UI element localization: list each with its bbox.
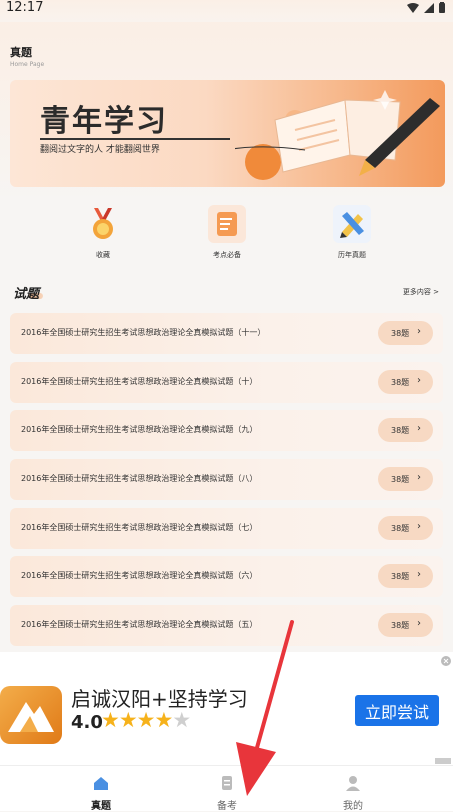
quick-link-label: 收藏 <box>96 251 110 259</box>
question-count: 38题 <box>391 426 410 436</box>
chevron-right-icon: › <box>417 472 421 484</box>
chevron-right-icon: › <box>417 569 421 581</box>
quick-link-favorites[interactable]: 收藏 <box>68 205 138 260</box>
question-count-badge[interactable]: 38题 › <box>378 467 433 492</box>
signal-icon <box>424 2 434 13</box>
quick-link-exam-points[interactable]: 考点必备 <box>192 205 262 260</box>
question-title: 2016年全国硕士研究生招生考试思想政治理论全真模拟试题（八） <box>21 474 258 484</box>
question-row[interactable]: 2016年全国硕士研究生招生考试思想政治理论全真模拟试题（六） 38题 › <box>10 556 443 598</box>
star-icon: ★ <box>136 708 156 732</box>
book-pen-illustration <box>235 90 440 180</box>
medal-icon <box>84 205 122 243</box>
question-count-badge[interactable]: 38题 › <box>378 369 433 394</box>
quick-links: 收藏 考点必备 历年真题 <box>0 205 453 265</box>
question-count-badge[interactable]: 38题 › <box>378 321 433 345</box>
question-count: 38题 <box>391 329 410 338</box>
user-icon <box>346 776 360 791</box>
question-count-badge[interactable]: 38题 › <box>378 564 433 589</box>
banner-title: 青年学习 <box>40 104 168 139</box>
question-title: 2016年全国硕士研究生招生考试思想政治理论全真模拟试题（十一） <box>21 328 266 337</box>
question-count: 38题 <box>391 377 410 387</box>
banner-slogan: 翻阅过文字的人 才能翻阅世界 <box>40 145 160 155</box>
ad-app-logo <box>0 686 62 744</box>
status-time: 12:17 <box>6 0 44 15</box>
ad-try-button[interactable]: 立即尝试 <box>355 695 439 726</box>
ad-star-rating: ★★★★★ <box>101 708 191 732</box>
banner-divider <box>40 138 230 140</box>
question-title: 2016年全国硕士研究生招生考试思想政治理论全真模拟试题（九） <box>21 425 258 435</box>
question-row[interactable]: 2016年全国硕士研究生招生考试思想政治理论全真模拟试题（八） 38题 › <box>10 459 443 501</box>
question-row[interactable]: 2016年全国硕士研究生招生考试思想政治理论全真模拟试题（九） 38题 › <box>10 410 443 452</box>
nav-item-beikao[interactable]: 备考 <box>182 766 272 812</box>
ad-close-icon[interactable] <box>441 656 451 666</box>
ad-banner[interactable]: 启诚汉阳+坚持学习 4.0 ★★★★★ 立即尝试 <box>0 652 453 765</box>
quick-link-label: 考点必备 <box>213 251 241 259</box>
pencil-ruler-icon <box>333 205 371 243</box>
star-icon: ★ <box>154 708 173 732</box>
page-subtitle: Home Page <box>10 61 45 68</box>
question-count: 38题 <box>391 621 410 631</box>
chevron-right-icon: › <box>417 326 421 337</box>
quick-link-past-papers[interactable]: 历年真题 <box>317 205 387 260</box>
question-count-badge[interactable]: 38题 › <box>378 613 433 638</box>
question-count-badge[interactable]: 38题 › <box>378 418 433 443</box>
chevron-right-icon: › <box>417 520 421 532</box>
nav-item-wode[interactable]: 我的 <box>308 766 398 812</box>
question-title: 2016年全国硕士研究生招生考试思想政治理论全真模拟试题（六） <box>21 571 258 581</box>
question-row[interactable]: 2016年全国硕士研究生招生考试思想政治理论全真模拟试题（五） 38题 › <box>10 605 443 647</box>
question-count-badge[interactable]: 38题 › <box>378 515 433 540</box>
question-title: 2016年全国硕士研究生招生考试思想政治理论全真模拟试题（五） <box>21 620 258 630</box>
section-title: 试题 <box>13 283 44 302</box>
ad-rating: 4.0 <box>71 712 103 733</box>
ad-marker <box>435 758 451 764</box>
status-bar: 12:17 <box>0 0 453 22</box>
status-icons <box>407 2 445 13</box>
bottom-nav: 真题 备考 我的 <box>0 765 453 812</box>
question-count: 38题 <box>391 572 410 582</box>
question-row[interactable]: 2016年全国硕士研究生招生考试思想政治理论全真模拟试题（十） 38题 › <box>10 361 443 403</box>
chevron-right-icon: › <box>417 423 421 435</box>
chevron-right-icon: › <box>417 374 421 386</box>
home-icon <box>94 777 108 790</box>
document-icon <box>222 776 232 790</box>
question-title: 2016年全国硕士研究生招生考试思想政治理论全真模拟试题（七） <box>21 522 258 532</box>
quick-link-label: 历年真题 <box>338 251 366 259</box>
question-title: 2016年全国硕士研究生招生考试思想政治理论全真模拟试题（十） <box>21 376 258 386</box>
wifi-icon <box>407 2 419 13</box>
nav-item-zhenti[interactable]: 真题 <box>56 766 146 812</box>
more-content-link[interactable]: 更多内容 > <box>403 287 439 297</box>
question-row[interactable]: 2016年全国硕士研究生招生考试思想政治理论全真模拟试题（七） 38题 › <box>10 507 443 549</box>
question-list: 2016年全国硕士研究生招生考试思想政治理论全真模拟试题（十一） 38题 › 2016… <box>10 313 443 654</box>
chevron-right-icon: › <box>417 618 421 630</box>
question-row[interactable]: 2016年全国硕士研究生招生考试思想政治理论全真模拟试题（十一） 38题 › <box>10 313 443 354</box>
star-icon: ★ <box>172 708 191 732</box>
notes-icon <box>208 205 246 243</box>
question-count: 38题 <box>391 475 410 485</box>
page-title: 真题 <box>10 46 32 59</box>
question-count: 38题 <box>391 523 410 533</box>
promo-banner[interactable]: 青年学习 翻阅过文字的人 才能翻阅世界 <box>10 80 445 187</box>
battery-icon <box>439 2 445 13</box>
star-icon: ★ <box>101 708 120 732</box>
star-icon: ★ <box>118 708 138 732</box>
